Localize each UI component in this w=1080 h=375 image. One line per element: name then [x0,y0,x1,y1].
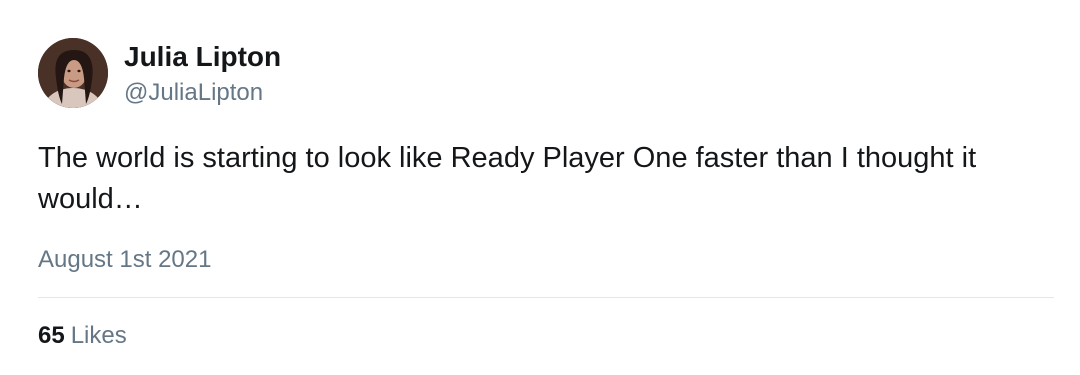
tweet-date[interactable]: August 1st 2021 [38,246,211,274]
author-name[interactable]: Julia Lipton [124,41,281,73]
likes-stat[interactable]: 65 Likes [38,322,127,350]
likes-count: 65 [38,322,65,349]
likes-label: Likes [70,322,127,349]
tweet-text: The world is starting to look like Ready… [38,142,977,215]
divider [38,297,1054,298]
avatar[interactable] [38,38,108,108]
tweet-card: Julia Lipton @JuliaLipton The world is s… [0,0,1080,375]
profile-photo-icon [38,38,108,108]
author-handle[interactable]: @JuliaLipton [124,79,263,107]
